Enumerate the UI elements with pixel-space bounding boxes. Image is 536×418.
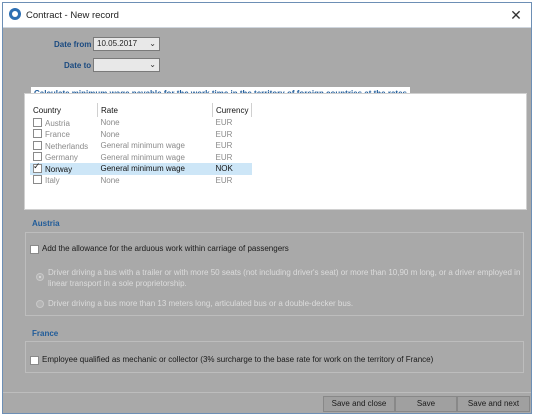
row-checkbox-checked[interactable]: [33, 161, 42, 173]
chevron-down-icon[interactable]: ⌄: [149, 59, 156, 71]
currency-cell: NOK: [212, 163, 252, 175]
currency-cell: EUR: [215, 152, 233, 162]
allowance-label: Add the allowance for the arduous work w…: [42, 244, 289, 253]
dialog-footer: Save and close Save Save and next: [3, 392, 531, 413]
option-bus-trailer-label: Driver driving a bus with a trailer or w…: [48, 268, 521, 277]
table-row[interactable]: Italy None EUR: [30, 175, 252, 187]
column-header-rate[interactable]: Rate: [97, 103, 213, 117]
country-cell: Norway: [45, 164, 73, 174]
date-to-label: Date to: [64, 61, 92, 70]
currency-cell: EUR: [215, 141, 233, 151]
austria-section-title: Austria: [32, 219, 60, 228]
rate-cell: General minimum wage: [100, 152, 185, 162]
country-cell: Germany: [45, 153, 78, 163]
radio-long-bus[interactable]: [36, 300, 44, 308]
date-from-field[interactable]: 10.05.2017 ⌄: [93, 37, 160, 51]
option-long-bus-label: Driver driving a bus more than 13 meters…: [48, 299, 354, 308]
rate-cell: None: [100, 129, 120, 139]
table-row[interactable]: Austria None EUR: [30, 117, 252, 129]
country-rates-table: Country Rate Currency Austria None EUR F…: [30, 103, 253, 187]
rate-cell: None: [100, 118, 120, 128]
allowance-checkbox[interactable]: [30, 245, 39, 254]
currency-cell: EUR: [215, 118, 233, 128]
save-and-close-button[interactable]: Save and close: [323, 396, 395, 412]
country-cell: Italy: [45, 176, 60, 186]
row-checkbox[interactable]: [33, 140, 42, 150]
option-bus-trailer-label-cont: linear transport in a sole proprietorshi…: [48, 279, 187, 288]
mechanic-label: Employee qualified as mechanic or collec…: [42, 355, 434, 364]
rate-cell: None: [100, 175, 120, 185]
country-cell: Austria: [45, 118, 70, 128]
save-button[interactable]: Save: [395, 396, 457, 412]
column-header-currency[interactable]: Currency: [212, 103, 253, 117]
table-row[interactable]: France None EUR: [30, 129, 252, 141]
date-from-label: Date from: [54, 40, 92, 49]
rate-cell: General minimum wage: [97, 163, 213, 175]
app-logo-icon: [9, 8, 21, 20]
save-and-next-button[interactable]: Save and next: [457, 396, 530, 412]
table-row[interactable]: Germany General minimum wage EUR: [30, 152, 252, 164]
date-to-field[interactable]: ⌄: [93, 58, 160, 72]
table-row[interactable]: Netherlands General minimum wage EUR: [30, 140, 252, 152]
currency-cell: EUR: [215, 175, 233, 185]
france-section-title: France: [32, 329, 59, 338]
country-cell: Netherlands: [45, 141, 89, 151]
row-checkbox[interactable]: [33, 129, 42, 139]
rates-panel: Country Rate Currency Austria None EUR F…: [25, 94, 526, 209]
title-bar: Contract - New record ✕: [3, 3, 531, 28]
date-from-value: 10.05.2017: [97, 39, 138, 48]
chevron-down-icon[interactable]: ⌄: [149, 38, 156, 50]
row-checkbox[interactable]: [33, 117, 42, 127]
window-title: Contract - New record: [26, 10, 119, 21]
currency-cell: EUR: [215, 129, 233, 139]
mechanic-checkbox[interactable]: [30, 356, 39, 365]
rate-cell: General minimum wage: [100, 141, 185, 151]
table-row-selected[interactable]: Norway General minimum wage NOK: [30, 161, 252, 175]
country-cell: France: [45, 130, 70, 140]
column-header-country[interactable]: Country: [30, 103, 98, 117]
radio-bus-trailer[interactable]: [36, 273, 44, 281]
contract-dialog: Contract - New record ✕ Date from 10.05.…: [2, 2, 532, 414]
close-icon[interactable]: ✕: [507, 6, 525, 24]
row-checkbox[interactable]: [33, 175, 42, 185]
